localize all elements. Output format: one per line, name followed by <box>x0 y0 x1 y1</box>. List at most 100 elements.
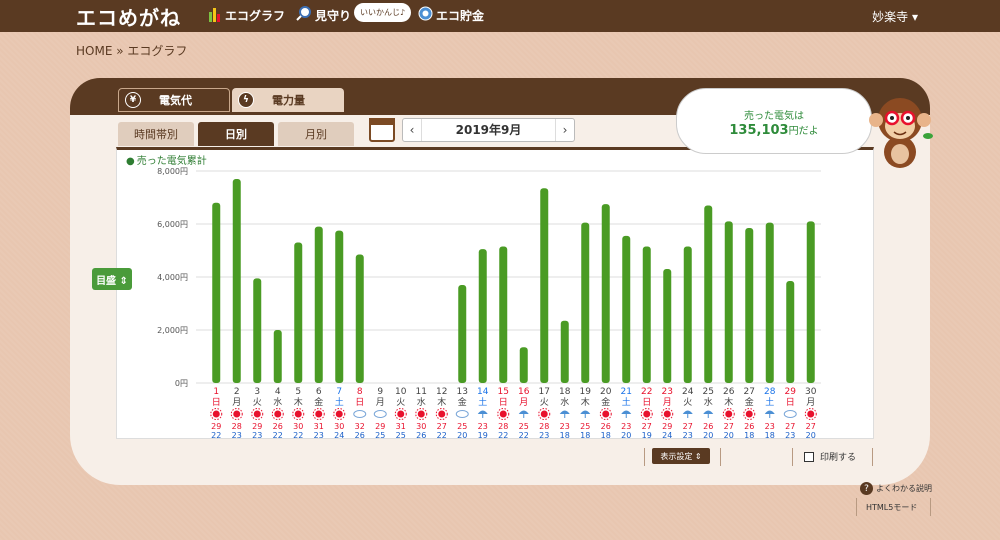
low-temp-label: 22 <box>293 431 303 440</box>
umbrella-weather-icon <box>621 410 632 414</box>
chart-bar <box>253 278 262 383</box>
high-temp-label: 29 <box>252 422 262 431</box>
calendar-icon[interactable] <box>369 118 395 142</box>
weekday-label: 水 <box>273 396 282 408</box>
high-temp-label: 23 <box>765 422 775 431</box>
y-tick-label: 6,000円 <box>157 220 188 229</box>
chart-bar <box>601 204 610 383</box>
sun-weather-icon <box>335 410 343 418</box>
tab-electricity-cost[interactable]: ¥ 電気代 <box>118 88 230 112</box>
high-temp-label: 26 <box>273 422 283 431</box>
sun-weather-icon <box>438 410 446 418</box>
weekday-label: 金 <box>601 396 610 408</box>
y-tick-label: 0円 <box>175 379 188 388</box>
weekday-label: 水 <box>704 396 713 408</box>
tab-hourly[interactable]: 時間帯別 <box>118 122 194 146</box>
weekday-label: 火 <box>396 397 405 408</box>
sun-weather-icon <box>253 410 261 418</box>
chart-bar <box>765 222 774 383</box>
print-button[interactable]: 印刷する <box>804 450 856 463</box>
sun-weather-icon <box>745 410 753 418</box>
cloud-weather-icon <box>783 410 797 418</box>
umbrella-weather-icon <box>682 410 693 414</box>
weekday-label: 金 <box>745 396 754 408</box>
app-logo[interactable]: エコめがね <box>76 2 181 31</box>
breadcrumb: HOME » エコグラフ <box>76 44 188 58</box>
prev-month-button[interactable]: ‹ <box>403 123 421 137</box>
high-temp-label: 25 <box>580 422 590 431</box>
low-temp-label: 23 <box>683 431 693 440</box>
lightning-icon: ϟ <box>238 92 254 108</box>
chart-bar <box>560 320 569 383</box>
display-settings-button[interactable]: 表示設定 ⇕ <box>652 448 710 464</box>
low-temp-label: 22 <box>211 431 221 440</box>
low-temp-label: 25 <box>396 431 406 440</box>
cloud-weather-icon <box>455 410 469 418</box>
tab-daily[interactable]: 日別 <box>198 122 274 146</box>
day-label: 5 <box>295 387 301 397</box>
chart-bar <box>724 221 733 383</box>
nav-eco-savings[interactable]: エコ貯金 <box>418 6 484 24</box>
low-temp-label: 18 <box>601 431 611 440</box>
chart-bar <box>355 254 364 383</box>
high-temp-label: 29 <box>375 422 385 431</box>
sun-weather-icon <box>499 410 507 418</box>
day-label: 18 <box>559 387 571 397</box>
weekday-label: 月 <box>519 397 528 408</box>
chart-bar <box>335 230 344 383</box>
summary-value-line: 135,103円だよ <box>677 122 871 138</box>
user-menu[interactable]: 妙楽寺 ▾ <box>872 8 918 25</box>
divider <box>792 448 793 466</box>
summary-suffix: 円だよ <box>788 126 819 137</box>
weekday-label: 月 <box>376 397 385 408</box>
help-link[interactable]: ? よくわかる説明 <box>860 482 932 495</box>
low-temp-label: 26 <box>416 431 426 440</box>
day-label: 1 <box>213 387 219 397</box>
html5-mode-link[interactable]: HTML5モード <box>866 502 917 513</box>
tab-electricity-amount[interactable]: ϟ 電力量 <box>232 88 344 112</box>
weekday-label: 水 <box>417 396 426 408</box>
sun-weather-icon <box>397 410 405 418</box>
weekday-label: 月 <box>806 397 815 408</box>
sun-weather-icon <box>233 410 241 418</box>
chart-bar <box>478 249 487 383</box>
sun-weather-icon <box>663 410 671 418</box>
high-temp-label: 30 <box>334 422 344 431</box>
weekday-label: 木 <box>294 396 303 408</box>
tab-monthly[interactable]: 月別 <box>278 122 354 146</box>
low-temp-label: 18 <box>744 431 754 440</box>
nav-mimamori[interactable]: 見守り <box>296 6 351 25</box>
weekday-label: 木 <box>437 396 446 408</box>
umbrella-weather-icon <box>559 410 570 414</box>
high-temp-label: 31 <box>396 422 406 431</box>
y-tick-label: 8,000円 <box>157 167 188 176</box>
chart-bar <box>519 347 528 383</box>
low-temp-label: 20 <box>724 431 734 440</box>
summary-speech-bubble: 売った電気は 135,103円だよ <box>676 88 872 154</box>
low-temp-label: 20 <box>457 431 467 440</box>
weekday-label: 火 <box>253 397 262 408</box>
chart-bar <box>499 246 508 383</box>
low-temp-label: 22 <box>498 431 508 440</box>
day-label: 19 <box>580 387 592 397</box>
day-label: 12 <box>436 387 447 397</box>
weekday-label: 土 <box>765 396 774 408</box>
coin-icon <box>418 6 433 24</box>
chart-bar <box>212 202 221 383</box>
umbrella-weather-icon <box>703 410 714 414</box>
low-temp-label: 19 <box>478 431 488 440</box>
day-label: 13 <box>457 387 468 397</box>
date-navigator: ‹ 2019年9月 › <box>402 118 575 142</box>
nav-ecograph[interactable]: エコグラフ <box>208 6 285 25</box>
nav-ecograph-label: エコグラフ <box>225 9 286 23</box>
sun-weather-icon <box>540 410 548 418</box>
low-temp-label: 26 <box>355 431 365 440</box>
high-temp-label: 25 <box>457 422 467 431</box>
chart-bar <box>540 188 549 383</box>
weekday-label: 土 <box>478 396 487 408</box>
low-temp-label: 24 <box>334 431 344 440</box>
high-temp-label: 28 <box>539 422 549 431</box>
high-temp-label: 30 <box>416 422 426 431</box>
next-month-button[interactable]: › <box>556 123 574 137</box>
weekday-label: 月 <box>232 397 241 408</box>
